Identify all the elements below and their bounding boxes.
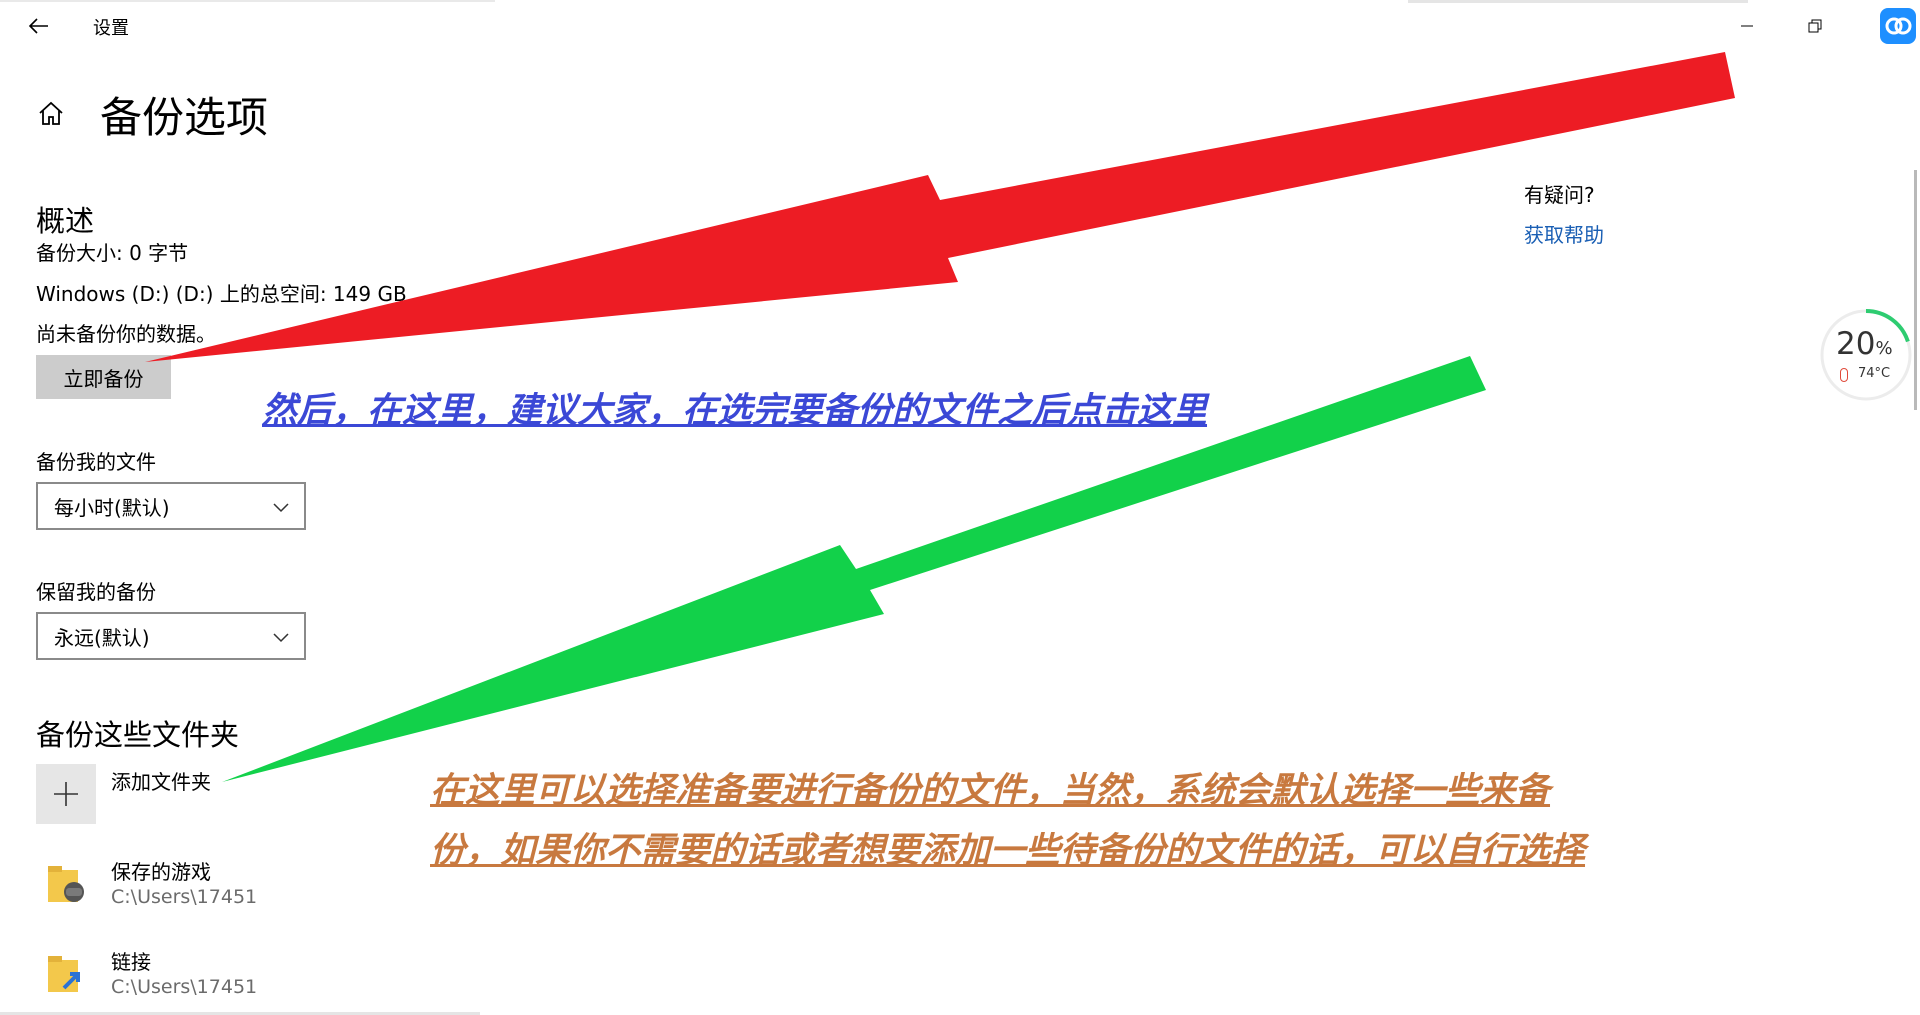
orange-annotation-line1: 在这里可以选择准备要进行备份的文件，当然，系统会默认选择一些来备: [430, 771, 1551, 811]
settings-window: 设置 备份选项 概述 备份大小: 0 字节 Windows (D:) (D:) …: [0, 0, 1920, 1015]
scrollbar[interactable]: [1914, 170, 1917, 410]
gauge-percent: 20%: [1836, 326, 1893, 362]
gauge-temperature: 74°C: [1858, 366, 1891, 381]
orange-annotation-line2: 份，如果你不需要的话或者想要添加一些待备份的文件的话，可以自行选择: [430, 831, 1586, 871]
blue-annotation-text: 然后，在这里，建议大家，在选完要备份的文件之后点击这里: [262, 391, 1208, 431]
red-arrow: [145, 52, 1735, 362]
thermometer-icon: [1840, 368, 1848, 382]
